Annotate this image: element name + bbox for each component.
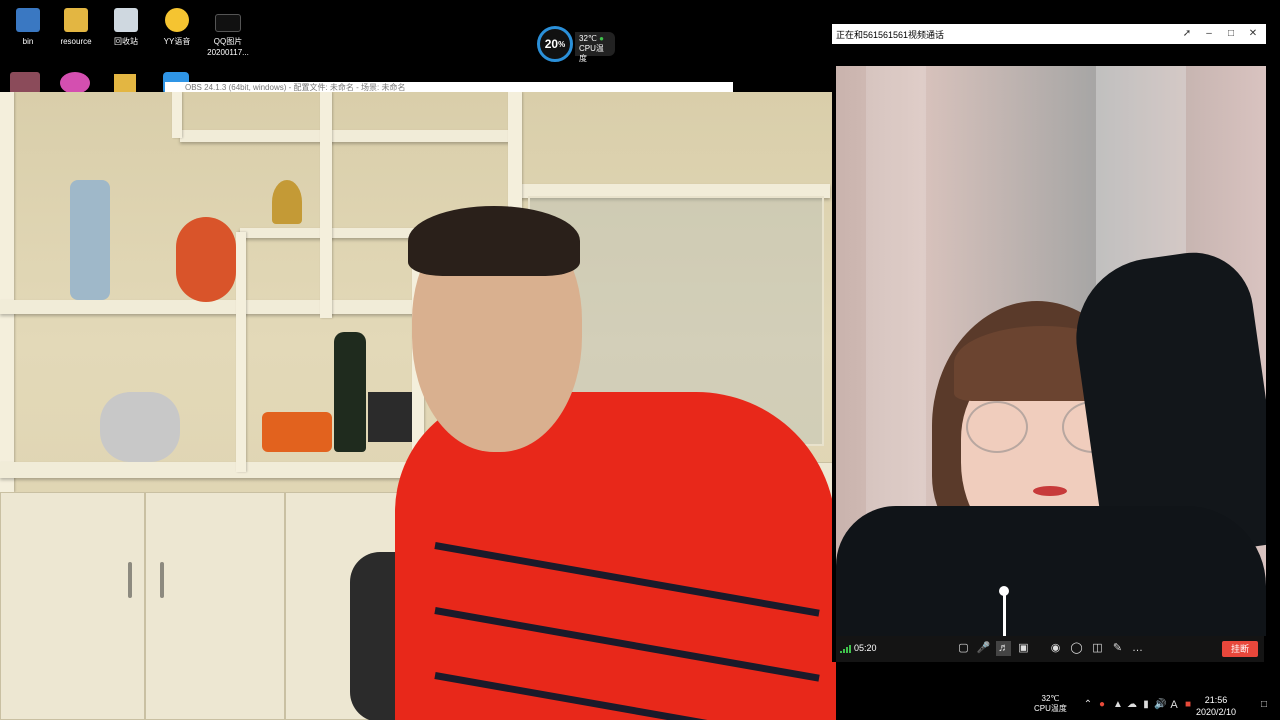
shelf-board <box>180 130 510 142</box>
dark-box <box>368 392 412 442</box>
chevron-up-icon[interactable]: ⌃ <box>1082 699 1094 711</box>
glasses-lens <box>966 401 1028 453</box>
desktop-icon-resource[interactable]: resource <box>48 8 104 47</box>
folder-icon[interactable] <box>114 74 136 94</box>
orange-box <box>262 412 332 452</box>
cpu-temp-value: 32℃ <box>579 34 597 43</box>
video-call-window[interactable]: 正在和561561561视频通话 ➚ – □ ✕ <box>832 24 1266 662</box>
person-top <box>836 506 1266 636</box>
input-method-indicator[interactable]: A <box>1168 699 1180 711</box>
tray-cpu-temp-value: 32℃ <box>1041 694 1060 703</box>
champagne-bottle <box>334 332 366 452</box>
record-icon[interactable]: ◯ <box>1069 641 1084 656</box>
clock-time: 21:56 <box>1204 695 1228 705</box>
sweater-stripe <box>434 672 820 720</box>
folder-icon <box>64 8 88 32</box>
call-control-bar: 05:20 ▢ 🎤 ♬ ▣ ◉ ◯ ◫ ✎ … 挂断 <box>836 636 1264 662</box>
volume-icon[interactable]: 🔊 <box>1154 699 1166 711</box>
trophy <box>272 180 302 224</box>
app-icon[interactable] <box>10 72 40 94</box>
close-icon[interactable]: ✕ <box>1246 27 1260 41</box>
desktop-icon-yy[interactable]: YY语音 <box>149 8 205 47</box>
chat-icon[interactable]: ▢ <box>956 641 971 656</box>
maximize-icon[interactable]: □ <box>1224 27 1238 41</box>
desktop-icon-label: YY语音 <box>163 37 191 46</box>
volume-slider[interactable] <box>1003 590 1006 642</box>
layout-icon[interactable]: ◫ <box>1090 641 1105 656</box>
cpu-usage-unit: % <box>558 39 566 49</box>
sogou-icon[interactable]: ■ <box>1182 699 1194 711</box>
shelf-post <box>0 92 14 492</box>
call-titlebar[interactable]: 正在和561561561视频通话 ➚ – □ ✕ <box>832 24 1266 44</box>
cabinet-handle <box>160 562 164 598</box>
remote-video <box>836 66 1266 636</box>
user-folder-icon <box>16 8 40 32</box>
cloud-icon[interactable]: ☁ <box>1126 699 1138 711</box>
desktop-icon-recycle-bin[interactable]: 回收站 <box>98 8 154 47</box>
plastic-bag <box>100 392 180 462</box>
cpu-temp-label: CPU温度 <box>579 44 604 63</box>
toy-figure <box>176 217 236 302</box>
shelf-post <box>320 92 332 318</box>
desktop-icon-label: QQ图片 <box>213 37 243 46</box>
cabinet-door <box>145 492 285 720</box>
webcam-feed <box>0 92 836 720</box>
call-window-title: 正在和561561561视频通话 <box>836 30 945 40</box>
battery-icon[interactable]: ▮ <box>1140 699 1152 711</box>
person-lips <box>1033 486 1067 496</box>
clock[interactable]: 21:56 2020/2/10 <box>1196 694 1236 718</box>
security-icon[interactable]: ● <box>1096 699 1108 711</box>
minimize-icon[interactable]: – <box>1202 27 1216 41</box>
microphone-icon[interactable]: 🎤 <box>976 641 991 656</box>
tray-cpu-temp-label: CPU温度 <box>1034 704 1067 713</box>
sweater-stripe <box>434 607 820 682</box>
call-timer: 05:20 <box>854 643 877 653</box>
app-icon[interactable] <box>60 72 90 94</box>
person-hair <box>408 206 580 276</box>
desktop-icon-sublabel: 20200117... <box>207 48 249 57</box>
desktop-icon-label: resource <box>60 37 92 46</box>
network-icon[interactable]: ▲ <box>1112 699 1124 711</box>
speaker-icon[interactable]: ♬ <box>996 641 1011 656</box>
cabinet-handle <box>128 562 132 598</box>
cpu-usage-ring: 20% <box>537 26 573 62</box>
cabinet-door <box>0 492 145 720</box>
shelf-post <box>236 232 246 472</box>
yy-voice-icon <box>165 8 189 32</box>
clock-date: 2020/2/10 <box>1196 707 1237 717</box>
volume-slider-knob[interactable] <box>999 586 1009 596</box>
edit-icon[interactable]: ✎ <box>1110 641 1125 656</box>
desktop-icon-qq-image[interactable]: QQ图片 20200117... <box>200 8 256 58</box>
cpu-usage-value: 20 <box>544 37 559 51</box>
image-file-icon <box>215 14 241 32</box>
signal-icon <box>840 645 851 653</box>
tray-cpu-temp[interactable]: 32℃ CPU温度 <box>1034 694 1067 714</box>
camera-icon[interactable]: ▣ <box>1016 641 1031 656</box>
system-tray: 32℃ CPU温度 ⌃ ● ▲ ☁ ▮ 🔊 A ■ 21:56 2020/2/1… <box>1020 690 1280 720</box>
shelf-board <box>0 462 420 478</box>
water-bottle <box>70 180 110 300</box>
screenshot-icon[interactable]: ◉ <box>1048 641 1063 656</box>
hangup-button[interactable]: 挂断 <box>1222 641 1258 657</box>
recycle-bin-icon <box>114 8 138 32</box>
notification-icon[interactable]: □ <box>1258 699 1270 711</box>
sweater-stripe <box>434 542 820 617</box>
desktop-icon-label: 回收站 <box>114 37 138 46</box>
shelf-post <box>172 92 182 138</box>
cpu-temp-panel: 32℃ ● CPU温度 <box>575 32 615 63</box>
leaf-icon: ● <box>599 34 604 43</box>
more-icon[interactable]: … <box>1130 641 1145 656</box>
pin-icon[interactable]: ➚ <box>1180 27 1194 41</box>
obs-window-title: OBS 24.1.3 (64bit, windows) - 配置文件: 未命名 … <box>185 83 406 92</box>
cpu-monitor-widget[interactable]: 20% 32℃ ● CPU温度 <box>537 26 615 63</box>
